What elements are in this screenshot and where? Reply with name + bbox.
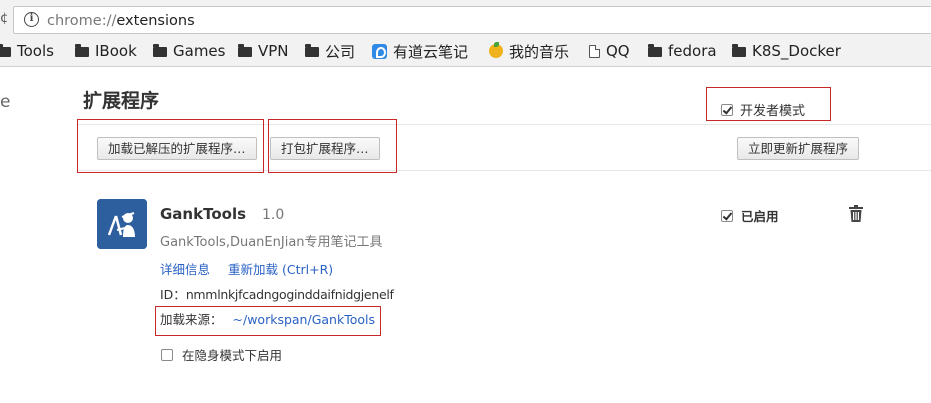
developer-mode-checkbox[interactable] bbox=[721, 103, 733, 116]
update-extensions-button[interactable]: 立即更新扩展程序 bbox=[737, 137, 860, 160]
reload-link[interactable]: 重新加载 (Ctrl+R) bbox=[228, 262, 333, 278]
enabled-toggle[interactable]: 已启用 bbox=[721, 206, 779, 225]
bookmark-label: 有道云笔记 bbox=[393, 42, 469, 61]
folder-icon bbox=[75, 44, 89, 57]
extension-description: GankTools,DuanEnJian专用笔记工具 bbox=[160, 235, 383, 250]
browser-toolbar: ¢ i chrome://extensions bbox=[0, 0, 931, 36]
extension-id-value: nmmlnkjfcadngoginddaifnidgjenelf bbox=[185, 287, 394, 302]
pack-extension-button[interactable]: 打包扩展程序… bbox=[270, 137, 380, 160]
extension-source: 加载来源： ~/workspan/GankTools bbox=[160, 312, 375, 328]
sidebar-fragment: e bbox=[0, 92, 11, 112]
bookmark-label: 我的音乐 bbox=[509, 42, 570, 61]
bookmark-ibook[interactable]: IBook bbox=[75, 41, 137, 61]
extension-icon bbox=[97, 199, 147, 249]
extension-name: GankTools bbox=[160, 205, 247, 223]
bookmark-youdao-note[interactable]: 有道云笔记 bbox=[372, 41, 468, 61]
url-host: extensions bbox=[116, 13, 195, 29]
music-icon bbox=[489, 42, 503, 58]
enabled-checkbox[interactable] bbox=[721, 209, 733, 222]
incognito-toggle[interactable]: 在隐身模式下启用 bbox=[161, 345, 282, 364]
url-text[interactable]: chrome://extensions bbox=[47, 12, 195, 30]
extension-source-label: 加载来源： bbox=[160, 312, 223, 327]
folder-icon bbox=[0, 44, 11, 57]
incognito-label: 在隐身模式下启用 bbox=[182, 348, 283, 363]
bookmark-label: IBook bbox=[95, 42, 137, 60]
bookmark-vpn[interactable]: VPN bbox=[238, 41, 289, 61]
url-scheme: chrome:// bbox=[47, 13, 117, 29]
reload-icon[interactable]: ¢ bbox=[0, 11, 8, 27]
bookmark-k8s-docker[interactable]: K8S_Docker bbox=[732, 41, 841, 61]
bookmarks-bar: Tools IBook Games VPN 公司 有道云笔记 我的音乐 QQ f… bbox=[0, 36, 931, 67]
divider bbox=[78, 124, 931, 125]
details-link[interactable]: 详细信息 bbox=[160, 262, 210, 278]
bookmark-qq[interactable]: QQ bbox=[589, 41, 630, 61]
bookmark-label: fedora bbox=[668, 42, 717, 60]
page-title: 扩展程序 bbox=[83, 90, 160, 112]
incognito-checkbox[interactable] bbox=[161, 348, 173, 361]
bookmark-fedora[interactable]: fedora bbox=[648, 41, 717, 61]
folder-icon bbox=[732, 44, 746, 57]
bookmark-my-music[interactable]: 我的音乐 bbox=[489, 41, 569, 61]
bookmark-games[interactable]: Games bbox=[153, 41, 225, 61]
developer-mode-toggle[interactable]: 开发者模式 bbox=[721, 100, 805, 119]
bookmark-label: QQ bbox=[606, 42, 630, 60]
extension-source-path-link[interactable]: ~/workspan/GankTools bbox=[233, 312, 375, 327]
bookmark-label: VPN bbox=[258, 42, 289, 60]
youdao-note-icon bbox=[372, 43, 387, 59]
load-unpacked-button[interactable]: 加载已解压的扩展程序… bbox=[97, 137, 257, 160]
extension-id: ID：nmmlnkjfcadngoginddaifnidgjenelf bbox=[160, 287, 394, 303]
bookmark-company[interactable]: 公司 bbox=[305, 41, 355, 61]
bookmark-label: 公司 bbox=[325, 42, 356, 61]
divider bbox=[78, 170, 931, 171]
folder-icon bbox=[305, 44, 319, 57]
bookmark-label: Games bbox=[173, 42, 226, 60]
bookmark-label: Tools bbox=[17, 42, 54, 60]
enabled-label: 已启用 bbox=[741, 209, 779, 224]
folder-icon bbox=[153, 44, 167, 57]
trash-icon[interactable] bbox=[849, 205, 863, 222]
extension-id-label: ID： bbox=[160, 287, 186, 302]
page-icon bbox=[589, 44, 600, 58]
address-bar[interactable]: i chrome://extensions bbox=[13, 6, 931, 34]
folder-icon bbox=[238, 44, 252, 57]
info-icon[interactable]: i bbox=[24, 12, 39, 27]
bookmark-tools[interactable]: Tools bbox=[0, 41, 54, 61]
extension-version: 1.0 bbox=[262, 207, 285, 223]
bookmark-label: K8S_Docker bbox=[752, 42, 841, 60]
developer-mode-label: 开发者模式 bbox=[740, 104, 806, 119]
folder-icon bbox=[648, 44, 662, 57]
